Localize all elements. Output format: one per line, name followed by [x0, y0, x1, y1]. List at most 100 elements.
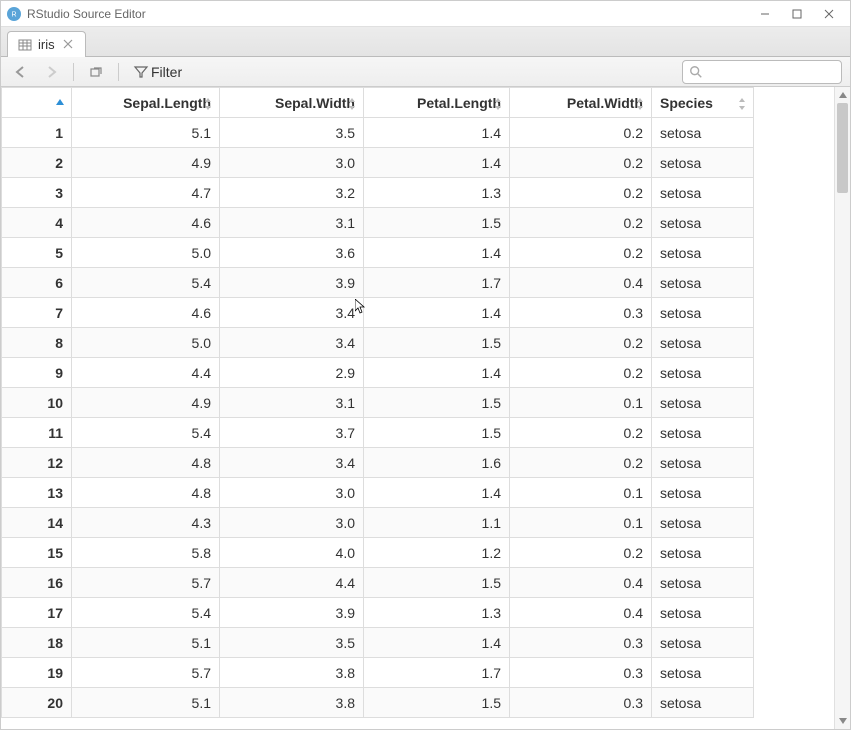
table-row[interactable]: 115.43.71.50.2setosa — [2, 418, 754, 448]
col-petal-length[interactable]: Petal.Length — [364, 88, 510, 118]
table-row[interactable]: 185.13.51.40.3setosa — [2, 628, 754, 658]
cell-sepal-width: 3.2 — [220, 178, 364, 208]
vertical-scrollbar[interactable] — [834, 87, 850, 729]
table-row[interactable]: 15.13.51.40.2setosa — [2, 118, 754, 148]
col-sepal-width[interactable]: Sepal.Width — [220, 88, 364, 118]
sort-icon — [347, 97, 357, 109]
tab-close-icon[interactable] — [61, 38, 75, 52]
scroll-thumb[interactable] — [837, 103, 848, 193]
col-species[interactable]: Species — [652, 88, 754, 118]
tab-bar: iris — [1, 27, 850, 57]
cell-sepal-width: 3.8 — [220, 688, 364, 718]
table-row[interactable]: 85.03.41.50.2setosa — [2, 328, 754, 358]
cell-species: setosa — [652, 448, 754, 478]
cell-petal-width: 0.2 — [510, 418, 652, 448]
cell-sepal-width: 3.0 — [220, 148, 364, 178]
table-row[interactable]: 94.42.91.40.2setosa — [2, 358, 754, 388]
cell-species: setosa — [652, 208, 754, 238]
cell-sepal-length: 4.9 — [72, 388, 220, 418]
row-index: 10 — [2, 388, 72, 418]
tab-label: iris — [38, 37, 55, 52]
sort-icon — [203, 97, 213, 109]
cell-petal-length: 1.3 — [364, 178, 510, 208]
cell-petal-width: 0.2 — [510, 208, 652, 238]
cell-petal-width: 0.1 — [510, 508, 652, 538]
cell-sepal-width: 3.4 — [220, 328, 364, 358]
cell-petal-width: 0.4 — [510, 568, 652, 598]
scroll-down-icon[interactable] — [835, 713, 850, 729]
row-index: 1 — [2, 118, 72, 148]
cell-sepal-length: 4.6 — [72, 298, 220, 328]
cell-species: setosa — [652, 688, 754, 718]
sort-icon — [493, 97, 503, 109]
cell-species: setosa — [652, 178, 754, 208]
cell-petal-width: 0.3 — [510, 628, 652, 658]
row-index: 18 — [2, 628, 72, 658]
filter-button[interactable]: Filter — [129, 62, 186, 82]
table-row[interactable]: 34.73.21.30.2setosa — [2, 178, 754, 208]
table-row[interactable]: 134.83.01.40.1setosa — [2, 478, 754, 508]
table-row[interactable]: 44.63.11.50.2setosa — [2, 208, 754, 238]
minimize-button[interactable] — [758, 7, 772, 21]
tab-iris[interactable]: iris — [7, 31, 86, 57]
close-button[interactable] — [822, 7, 836, 21]
cell-petal-length: 1.4 — [364, 478, 510, 508]
sort-asc-icon — [55, 97, 65, 109]
cell-petal-length: 1.2 — [364, 538, 510, 568]
table-row[interactable]: 124.83.41.60.2setosa — [2, 448, 754, 478]
cell-petal-width: 0.2 — [510, 538, 652, 568]
row-index: 16 — [2, 568, 72, 598]
scroll-track[interactable] — [835, 103, 850, 713]
separator — [73, 63, 74, 81]
cell-petal-width: 0.4 — [510, 268, 652, 298]
table-row[interactable]: 104.93.11.50.1setosa — [2, 388, 754, 418]
table-row[interactable]: 205.13.81.50.3setosa — [2, 688, 754, 718]
cell-petal-length: 1.7 — [364, 658, 510, 688]
row-index: 11 — [2, 418, 72, 448]
search-input-wrap[interactable] — [682, 60, 842, 84]
col-petal-width[interactable]: Petal.Width — [510, 88, 652, 118]
row-index: 3 — [2, 178, 72, 208]
popout-button[interactable] — [84, 63, 108, 81]
table-row[interactable]: 144.33.01.10.1setosa — [2, 508, 754, 538]
cell-sepal-width: 3.5 — [220, 118, 364, 148]
cell-petal-width: 0.3 — [510, 658, 652, 688]
cell-sepal-width: 3.1 — [220, 208, 364, 238]
cell-petal-length: 1.4 — [364, 238, 510, 268]
table-row[interactable]: 195.73.81.70.3setosa — [2, 658, 754, 688]
table-row[interactable]: 155.84.01.20.2setosa — [2, 538, 754, 568]
cell-sepal-length: 4.8 — [72, 478, 220, 508]
forward-button[interactable] — [39, 63, 63, 81]
table-row[interactable]: 74.63.41.40.3setosa — [2, 298, 754, 328]
cell-sepal-width: 3.5 — [220, 628, 364, 658]
cell-petal-length: 1.4 — [364, 358, 510, 388]
table-header-row: Sepal.Length Sepal.Width Petal.Length Pe… — [2, 88, 754, 118]
cell-petal-length: 1.4 — [364, 118, 510, 148]
row-index: 9 — [2, 358, 72, 388]
cell-petal-length: 1.7 — [364, 268, 510, 298]
table-row[interactable]: 65.43.91.70.4setosa — [2, 268, 754, 298]
table-row[interactable]: 175.43.91.30.4setosa — [2, 598, 754, 628]
table-row[interactable]: 24.93.01.40.2setosa — [2, 148, 754, 178]
row-index: 19 — [2, 658, 72, 688]
cell-sepal-width: 3.7 — [220, 418, 364, 448]
cell-species: setosa — [652, 538, 754, 568]
row-index: 5 — [2, 238, 72, 268]
data-table: Sepal.Length Sepal.Width Petal.Length Pe… — [1, 87, 834, 729]
table-row[interactable]: 55.03.61.40.2setosa — [2, 238, 754, 268]
cell-sepal-length: 4.3 — [72, 508, 220, 538]
maximize-button[interactable] — [790, 7, 804, 21]
cell-species: setosa — [652, 148, 754, 178]
back-button[interactable] — [9, 63, 33, 81]
cell-sepal-length: 5.0 — [72, 328, 220, 358]
cell-sepal-length: 4.4 — [72, 358, 220, 388]
scroll-up-icon[interactable] — [835, 87, 850, 103]
search-input[interactable] — [707, 63, 835, 80]
cell-petal-width: 0.2 — [510, 148, 652, 178]
cell-sepal-length: 5.8 — [72, 538, 220, 568]
row-index-header[interactable] — [2, 88, 72, 118]
cell-petal-length: 1.6 — [364, 448, 510, 478]
col-sepal-length[interactable]: Sepal.Length — [72, 88, 220, 118]
table-row[interactable]: 165.74.41.50.4setosa — [2, 568, 754, 598]
cell-sepal-length: 5.1 — [72, 688, 220, 718]
